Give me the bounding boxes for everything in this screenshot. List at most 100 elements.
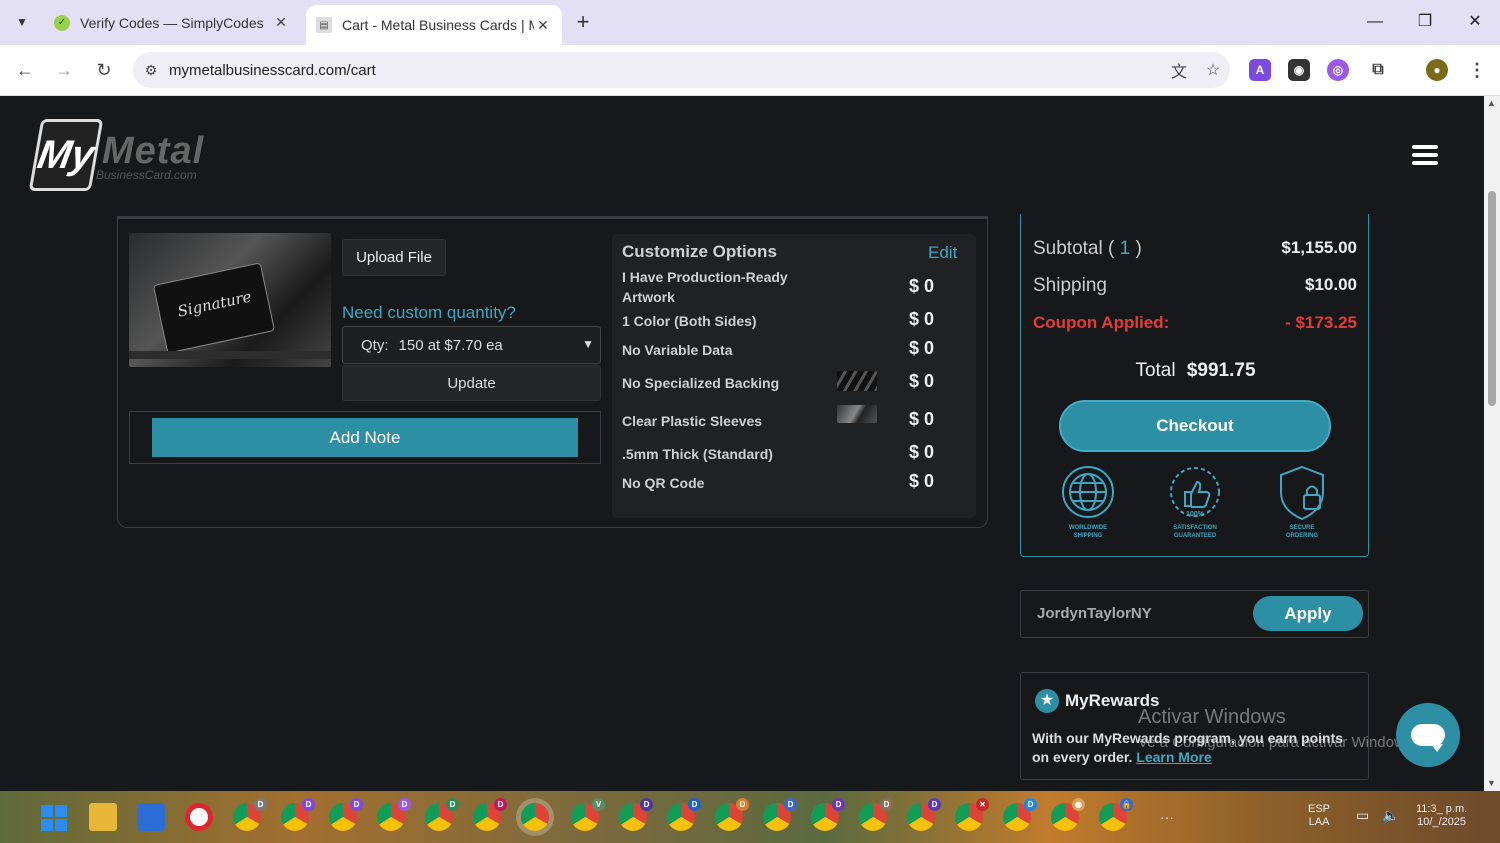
chrome-profile-icon[interactable]: ◉ <box>1051 798 1085 831</box>
new-tab-button[interactable]: + <box>570 10 596 36</box>
tab-list-button[interactable]: ▼ <box>8 8 36 36</box>
chevron-down-icon: ▼ <box>582 337 594 351</box>
chrome-profile-icon[interactable]: D <box>233 798 267 831</box>
badge-line: WORLDWIDE <box>1068 525 1108 531</box>
option-name: .5mm Thick (Standard) <box>622 446 773 462</box>
order-summary: Subtotal ( 1 ) $1,155.00 Shipping $10.00… <box>1020 214 1369 557</box>
chrome-profile-icon[interactable]: D <box>907 798 941 831</box>
reload-icon[interactable]: ↻ <box>91 57 117 83</box>
quantity-select[interactable]: Qty: 150 at $7.70 ea ▼ <box>342 326 601 364</box>
chrome-profile-icon[interactable]: D <box>715 798 749 831</box>
chat-icon <box>1411 724 1445 752</box>
chrome-profile-icon[interactable]: 🔒 <box>1099 798 1133 831</box>
chrome-profile-icon[interactable]: V <box>571 798 605 831</box>
language-code: ESP <box>1308 803 1331 815</box>
option-price: $ 0 <box>909 442 935 462</box>
bookmark-star-icon[interactable]: ☆ <box>1196 60 1230 80</box>
extensions-puzzle-icon[interactable]: ⧉ <box>1367 59 1389 81</box>
secure-ordering-badge: SECURE ORDERING <box>1265 464 1339 540</box>
chrome-profile-icon[interactable]: D <box>329 798 363 831</box>
coupon-code-input[interactable]: JordynTaylorNY <box>1037 605 1152 622</box>
minimize-icon[interactable]: — <box>1360 8 1390 36</box>
add-note-button[interactable]: Add Note <box>152 418 578 457</box>
browser-toolbar: ← → ↻ ⚙ mymetalbusinesscard.com/cart 文 ☆… <box>0 45 1500 96</box>
coupon-discount-value: - $173.25 <box>1285 313 1357 332</box>
qty-value: 150 at $7.70 ea <box>398 336 503 354</box>
opera-icon[interactable] <box>185 803 213 831</box>
clock[interactable]: 11:3_ p.m. 10/_/2025 <box>1416 803 1467 829</box>
network-icon[interactable]: ▭ <box>1356 808 1369 822</box>
logo-metal: Metal <box>102 130 205 172</box>
site-info-icon[interactable]: ⚙ <box>133 62 169 79</box>
chrome-profile-icon[interactable]: D <box>1003 798 1037 831</box>
address-bar[interactable]: ⚙ mymetalbusinesscard.com/cart 文 ☆ <box>133 52 1230 88</box>
close-tab-icon[interactable]: ✕ <box>272 14 290 31</box>
volume-icon[interactable]: 🔈 <box>1382 808 1399 822</box>
file-explorer-icon[interactable] <box>89 803 117 831</box>
custom-quantity-link[interactable]: Need custom quantity? <box>342 303 516 323</box>
option-price: $ 0 <box>909 276 935 296</box>
apply-coupon-button[interactable]: Apply <box>1253 596 1363 631</box>
translate-icon[interactable]: 文 <box>1162 58 1196 82</box>
option-name: No QR Code <box>622 475 705 491</box>
chrome-active-icon[interactable] <box>521 803 549 831</box>
extension-purple-icon[interactable]: ◎ <box>1327 59 1349 81</box>
forward-icon[interactable]: → <box>51 57 77 83</box>
option-price: $ 0 <box>909 309 935 329</box>
upload-file-button[interactable]: Upload File <box>342 239 446 276</box>
region-code: LAA <box>1308 816 1330 828</box>
chrome-profile-icon[interactable]: D <box>377 798 411 831</box>
chrome-profile-icon[interactable]: D <box>859 798 893 831</box>
keyboard-language[interactable]: ESP LAA <box>1308 803 1330 829</box>
extension-spy-icon[interactable]: ◉ <box>1288 59 1310 81</box>
close-tab-icon[interactable]: ✕ <box>534 17 552 34</box>
chat-widget-button[interactable] <box>1396 703 1460 767</box>
badge-line: SECURE <box>1289 525 1315 531</box>
page-scrollbar[interactable]: ▲ ▼ <box>1484 96 1500 791</box>
chrome-profile-icon[interactable]: ✕ <box>955 798 989 831</box>
cart-item-card: Signature Upload File Need custom quanti… <box>117 216 988 528</box>
more-apps-icon[interactable]: ··· <box>1160 810 1174 824</box>
option-price: $ 0 <box>909 371 935 391</box>
edit-options-link[interactable]: Edit <box>928 243 957 263</box>
chrome-profile-icon[interactable]: D <box>281 798 315 831</box>
browser-menu-icon[interactable]: ⋮ <box>1466 59 1488 81</box>
subtotal-label: Subtotal <box>1033 238 1103 259</box>
close-window-icon[interactable]: ✕ <box>1460 8 1490 36</box>
note-box: Add Note <box>129 411 601 464</box>
scroll-up-icon[interactable]: ▲ <box>1487 98 1496 108</box>
back-icon[interactable]: ← <box>12 57 38 83</box>
sleeve-swatch <box>837 405 877 423</box>
option-price: $ 0 <box>909 338 935 358</box>
learn-more-link[interactable]: Learn More <box>1136 749 1211 765</box>
url-text[interactable]: mymetalbusinesscard.com/cart <box>169 62 1162 79</box>
scroll-down-icon[interactable]: ▼ <box>1487 778 1496 788</box>
option-name: No Specialized Backing <box>622 375 780 391</box>
chrome-profile-icon[interactable]: D <box>811 798 845 831</box>
tab-cart[interactable]: ▤ Cart - Metal Business Cards | M ✕ <box>306 5 562 45</box>
site-logo[interactable]: My Metal BusinessCard.com <box>28 116 210 194</box>
hamburger-menu-icon[interactable] <box>1412 145 1438 167</box>
simplycodes-favicon-icon: ✓ <box>54 14 70 31</box>
update-button[interactable]: Update <box>342 365 601 401</box>
badge-line: SATISFACTION <box>1173 525 1217 531</box>
store-icon[interactable] <box>137 803 165 831</box>
qty-label: Qty: <box>361 336 389 354</box>
windows-start-icon[interactable] <box>41 805 67 831</box>
restore-icon[interactable]: ❐ <box>1410 8 1440 36</box>
chrome-profile-icon[interactable]: D <box>667 798 701 831</box>
coupon-applied-label: Coupon Applied: <box>1033 313 1170 332</box>
scrollbar-thumb[interactable] <box>1488 191 1496 406</box>
shipping-value: $10.00 <box>1305 275 1357 294</box>
chrome-profile-icon[interactable]: D <box>425 798 459 831</box>
extension-a-icon[interactable]: A <box>1249 59 1271 81</box>
badge-line: SHIPPING <box>1073 533 1103 539</box>
tab-simplycodes[interactable]: ✓ Verify Codes — SimplyCodes ✕ <box>44 5 300 40</box>
badge-line: ORDERING <box>1285 533 1319 539</box>
chrome-profile-icon[interactable]: D <box>473 798 507 831</box>
checkout-button[interactable]: Checkout <box>1059 400 1331 452</box>
profile-avatar[interactable]: ● <box>1426 59 1448 81</box>
chrome-profile-icon[interactable]: D <box>763 798 797 831</box>
browser-tab-bar: ▼ ✓ Verify Codes — SimplyCodes ✕ ▤ Cart … <box>0 0 1500 45</box>
chrome-profile-icon[interactable]: D <box>619 798 653 831</box>
